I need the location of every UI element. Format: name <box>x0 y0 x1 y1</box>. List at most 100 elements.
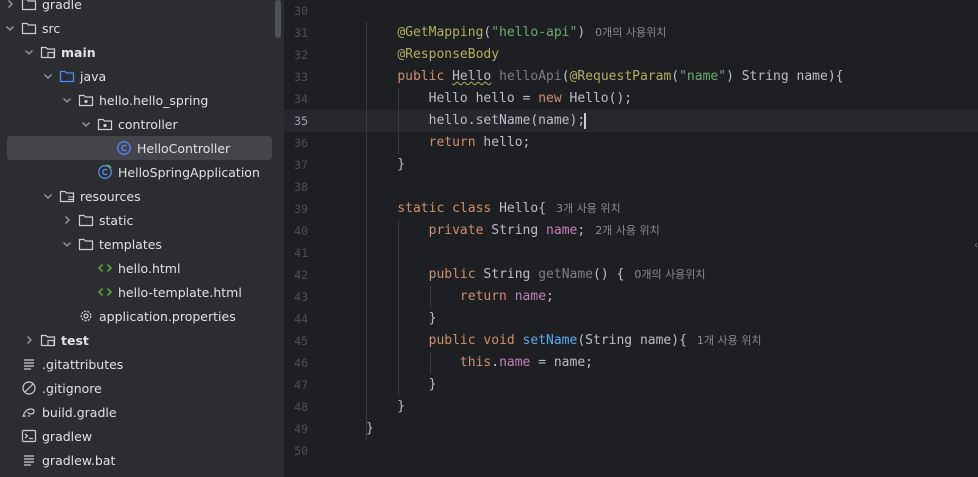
tree-item[interactable]: templates <box>0 232 284 256</box>
line-number: 33 <box>294 70 308 84</box>
tree-item[interactable]: gradlew <box>0 424 284 448</box>
project-tree-panel: gradle src main java hello.hello_springcontr… <box>0 0 284 477</box>
line-number: 32 <box>294 48 308 62</box>
code-token: ; <box>546 289 554 304</box>
tree-item[interactable]: .gitignore <box>0 376 284 400</box>
tree-item-label: java <box>80 68 107 84</box>
chevron-down-icon[interactable] <box>4 16 16 40</box>
line-number: 31 <box>294 26 308 40</box>
code-token: } <box>366 399 406 414</box>
code-line[interactable]: @ResponseBody <box>366 44 499 66</box>
code-token: hello; <box>483 135 531 150</box>
line-number: 30 <box>294 4 308 18</box>
chevron-left-icon[interactable]: ‹ <box>974 240 978 251</box>
indent-guide <box>430 286 431 308</box>
code-line[interactable]: public String getName() {0개의 사용위치 <box>366 264 706 286</box>
tree-item[interactable]: .gitattributes <box>0 352 284 376</box>
code-line[interactable]: public void setName(String name){1개 사용 위… <box>366 330 762 352</box>
tree-item[interactable]: java <box>0 64 284 88</box>
tree-item[interactable]: src <box>0 16 284 40</box>
terminal-file-icon <box>21 428 37 444</box>
code-token: Hello hello = <box>366 91 539 106</box>
tree-item[interactable]: gradle <box>0 0 284 16</box>
code-line[interactable]: } <box>366 396 405 418</box>
code-line[interactable]: Hello hello = new Hello(); <box>366 88 633 110</box>
chevron-right-icon[interactable] <box>23 328 35 352</box>
tree-item-label: gradlew.bat <box>42 452 116 468</box>
chevron-down-icon[interactable] <box>80 112 92 136</box>
tree-item[interactable]: static <box>0 208 284 232</box>
tree-item[interactable]: main <box>0 40 284 64</box>
tree-item[interactable]: HelloSpringApplication <box>0 160 284 184</box>
tree-item[interactable]: controller <box>0 112 284 136</box>
code-token: name <box>499 355 531 370</box>
usage-hint[interactable]: 0개의 사용위치 <box>595 26 666 39</box>
code-token: helloApi <box>499 69 562 84</box>
tree-item[interactable]: gradlew.bat <box>0 448 284 472</box>
line-number: 45 <box>294 334 308 348</box>
line-number: 43 <box>294 290 308 304</box>
line-number: 47 <box>294 378 308 392</box>
line-number: 36 <box>294 136 308 150</box>
code-line[interactable]: } <box>366 418 374 440</box>
tree-item[interactable]: hello-template.html <box>0 280 284 304</box>
tree-item-label: hello.hello_spring <box>99 92 209 108</box>
tree-scrollbar[interactable] <box>275 0 281 38</box>
tree-item-label: build.gradle <box>42 404 117 420</box>
chevron-down-icon[interactable] <box>61 232 73 256</box>
folder-icon <box>78 212 94 228</box>
code-line[interactable]: return name; <box>366 286 554 308</box>
usage-hint[interactable]: 0개의 사용위치 <box>634 268 705 281</box>
line-number: 34 <box>294 92 308 106</box>
line-number: 40 <box>294 224 308 238</box>
code-line[interactable]: this.name = name; <box>366 352 593 374</box>
tree-item[interactable]: hello.html <box>0 256 284 280</box>
tree-item-label: hello.html <box>118 260 181 276</box>
usage-hint[interactable]: 1개 사용 위치 <box>697 334 762 347</box>
code-token: name <box>546 223 578 238</box>
code-token: Hello <box>452 69 492 84</box>
indent-guide <box>366 22 367 440</box>
tree-item[interactable]: build.gradle <box>0 400 284 424</box>
code-token: name <box>514 289 547 304</box>
code-line[interactable]: } <box>366 308 437 330</box>
chevron-down-icon[interactable] <box>61 88 73 112</box>
tree-item[interactable]: hello.hello_spring <box>0 88 284 112</box>
tree-item[interactable]: HelloController <box>0 136 284 160</box>
code-line[interactable]: return hello; <box>366 132 531 154</box>
code-line[interactable]: hello.setName(name); <box>366 110 587 132</box>
code-line[interactable]: static class Hello{3개 사용 위치 <box>366 198 621 220</box>
tree-item-label: hello-template.html <box>118 284 242 300</box>
code-line[interactable]: private String name; 2개 사용 위치 <box>366 220 660 242</box>
chevron-down-icon[interactable] <box>23 40 35 64</box>
code-line[interactable]: public Hello helloApi(@RequestParam("nam… <box>366 66 843 88</box>
tree-item-label: resources <box>80 188 141 204</box>
code-token: ( <box>561 69 570 84</box>
usage-hint[interactable]: 2개 사용 위치 <box>595 224 660 237</box>
tree-item-label: HelloController <box>137 140 231 156</box>
chevron-right-icon[interactable] <box>4 0 16 16</box>
chevron-down-icon[interactable] <box>42 184 54 208</box>
text-caret <box>584 112 587 129</box>
code-token: ; <box>577 223 586 238</box>
usage-hint[interactable]: 3개 사용 위치 <box>556 202 621 215</box>
package-icon <box>97 116 113 132</box>
tree-item[interactable]: resources <box>0 184 284 208</box>
indent-guide <box>398 220 399 396</box>
code-editor[interactable]: 30 31 32 33 34 35 36 37 38 39 40 41 42 43 44 45 46 47 48 49… <box>284 0 978 477</box>
chevron-right-icon[interactable] <box>61 208 73 232</box>
code-token: public <box>397 69 453 84</box>
tree-item[interactable]: application.properties <box>0 304 284 328</box>
tree-item[interactable]: test <box>0 328 284 352</box>
code-line[interactable]: } <box>366 154 405 176</box>
code-token: setName <box>522 333 578 348</box>
code-line[interactable]: } <box>366 374 437 396</box>
chevron-down-icon[interactable] <box>42 64 54 88</box>
code-line[interactable]: @GetMapping("hello-api") 0개의 사용위치 <box>366 22 666 44</box>
